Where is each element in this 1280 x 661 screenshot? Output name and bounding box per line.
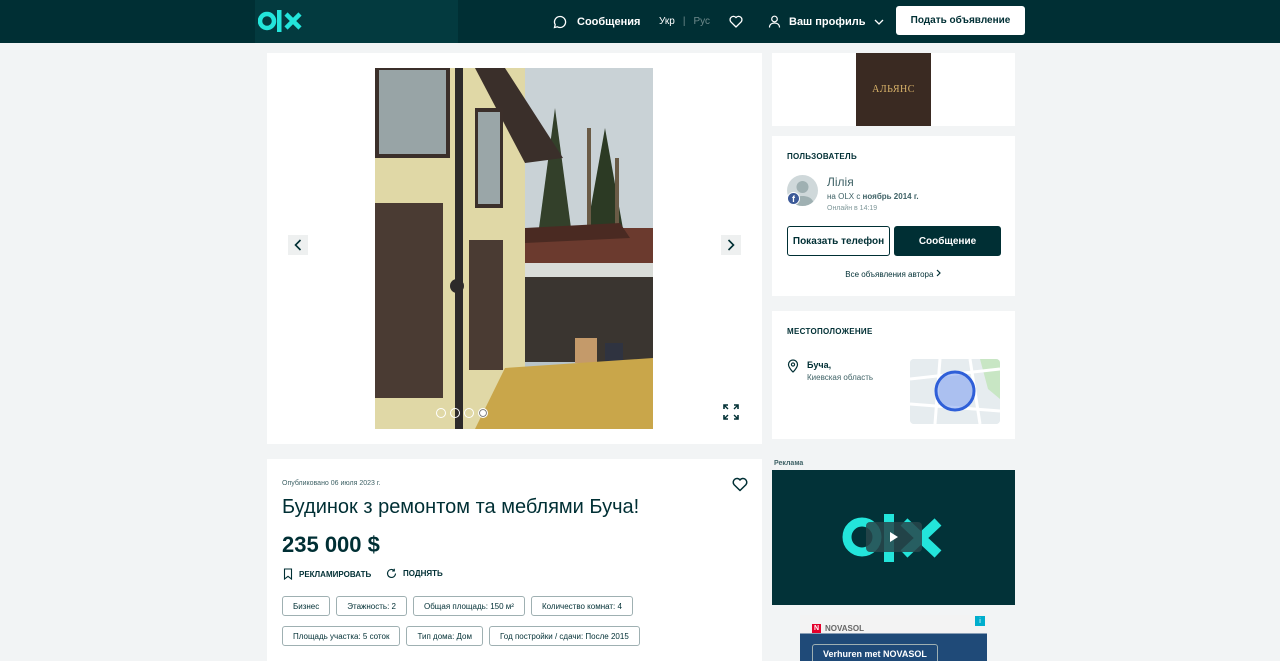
post-ad-button[interactable]: Подать объявление <box>896 6 1025 35</box>
messages-link[interactable]: Сообщения <box>553 0 640 43</box>
novasol-tagline: Verhuren met NOVASOL <box>812 644 938 661</box>
all-seller-ads-link[interactable]: Все объявления автора <box>772 269 1015 279</box>
gallery-dot[interactable] <box>464 408 474 418</box>
novasol-logo-icon: N <box>812 624 821 633</box>
promote-action[interactable]: РЕКЛАМИРОВАТЬ <box>283 568 371 580</box>
adchoices-icon[interactable]: i <box>975 616 985 626</box>
listing-photo[interactable] <box>375 68 653 429</box>
lang-uk[interactable]: Укр <box>659 16 675 27</box>
listing-details: Опубликовано 06 июля 2023 г. Будинок з р… <box>267 459 762 661</box>
chevron-right-icon <box>727 239 735 251</box>
bookmark-icon <box>283 568 293 580</box>
seller-card: ПОЛЬЗОВАТЕЛЬ f Лілія на OLX с ноябрь 201… <box>772 136 1015 296</box>
promote-label: РЕКЛАМИРОВАТЬ <box>299 569 372 579</box>
novasol-brand: N NOVASOL <box>812 624 864 633</box>
all-ads-label: Все объявления автора <box>845 270 934 279</box>
user-icon <box>768 15 781 28</box>
agency-logo: АЛЬЯНС <box>856 53 931 126</box>
raise-label: ПОДНЯТЬ <box>403 569 443 578</box>
seller-online-status: Онлайн в 14:19 <box>827 205 878 212</box>
novasol-brand-text: NOVASOL <box>825 624 864 633</box>
gallery-dot-active[interactable] <box>478 408 488 418</box>
map-pin-icon <box>787 359 799 373</box>
attribute-tag: Год постройки / сдачи: После 2015 <box>489 626 640 646</box>
location-city: Буча, <box>807 360 832 370</box>
member-since-prefix: на OLX с <box>827 192 863 201</box>
play-icon <box>890 532 898 542</box>
attribute-row: Бизнес Этажность: 2 Общая площадь: 150 м… <box>282 596 752 616</box>
listing-attributes: Бизнес Этажность: 2 Общая площадь: 150 м… <box>282 596 752 656</box>
favorite-heart-icon[interactable] <box>732 477 748 492</box>
show-phone-button[interactable]: Показать телефон <box>787 226 890 256</box>
chevron-right-icon <box>936 269 941 277</box>
listing-price: 235 000 $ <box>282 532 380 557</box>
ad-label: Реклама <box>774 460 804 467</box>
fullscreen-icon[interactable] <box>722 403 740 421</box>
agency-banner[interactable]: АЛЬЯНС <box>772 53 1015 126</box>
listing-title: Будинок з ремонтом та меблями Буча! <box>282 496 640 518</box>
seller-section-title: ПОЛЬЗОВАТЕЛЬ <box>787 152 858 161</box>
chevron-down-icon <box>874 19 883 25</box>
agency-logo-text: АЛЬЯНС <box>872 84 915 95</box>
location-card: МЕСТОПОЛОЖЕНИЕ Буча, Киевская область <box>772 311 1015 439</box>
photo-gallery <box>267 53 762 444</box>
gallery-dot[interactable] <box>436 408 446 418</box>
send-message-button[interactable]: Сообщение <box>894 226 1001 256</box>
lang-ru[interactable]: Рус <box>693 16 710 27</box>
member-since-date: ноябрь 2014 г. <box>862 192 919 201</box>
language-switcher: Укр | Рус <box>659 0 710 43</box>
attribute-row: Площадь участка: 5 соток Тип дома: Дом Г… <box>282 626 752 646</box>
top-navbar: Сообщения Укр | Рус Ваш профиль Подать о… <box>0 0 1280 43</box>
refresh-icon <box>386 568 397 578</box>
lang-separator: | <box>682 16 686 27</box>
seller-member-since: на OLX с ноябрь 2014 г. <box>827 192 919 201</box>
olx-logo[interactable] <box>258 8 304 34</box>
gallery-prev-button[interactable] <box>288 235 308 255</box>
chevron-left-icon <box>294 239 302 251</box>
favorites-link[interactable] <box>729 0 743 43</box>
location-region: Киевская область <box>807 373 874 382</box>
attribute-tag: Площадь участка: 5 соток <box>282 626 401 646</box>
video-ad[interactable] <box>772 470 1015 605</box>
location-map[interactable] <box>910 359 1000 424</box>
gallery-dots <box>436 408 488 418</box>
attribute-tag: Бизнес <box>282 596 331 616</box>
messages-label: Сообщения <box>577 15 641 28</box>
facebook-badge-icon: f <box>787 192 800 205</box>
location-section-title: МЕСТОПОЛОЖЕНИЕ <box>787 327 873 336</box>
attribute-tag: Этажность: 2 <box>336 596 407 616</box>
gallery-next-button[interactable] <box>721 235 741 255</box>
attribute-tag: Общая площадь: 150 м² <box>412 596 525 616</box>
attribute-tag: Тип дома: Дом <box>406 626 483 646</box>
heart-icon <box>729 15 743 28</box>
map-illustration <box>910 359 1000 424</box>
gallery-dot[interactable] <box>450 408 460 418</box>
novasol-ad[interactable]: N NOVASOL Verhuren met NOVASOL i <box>800 615 987 661</box>
published-date: Опубликовано 06 июля 2023 г. <box>282 480 381 487</box>
profile-menu[interactable]: Ваш профиль <box>768 0 884 43</box>
attribute-tag: Количество комнат: 4 <box>530 596 633 616</box>
video-play-button[interactable] <box>866 522 922 552</box>
profile-label: Ваш профиль <box>789 15 866 28</box>
seller-name: Лілія <box>827 175 854 189</box>
raise-action[interactable]: ПОДНЯТЬ <box>386 568 443 579</box>
house-photo-illustration <box>375 68 653 429</box>
chat-bubble-icon <box>553 15 567 28</box>
